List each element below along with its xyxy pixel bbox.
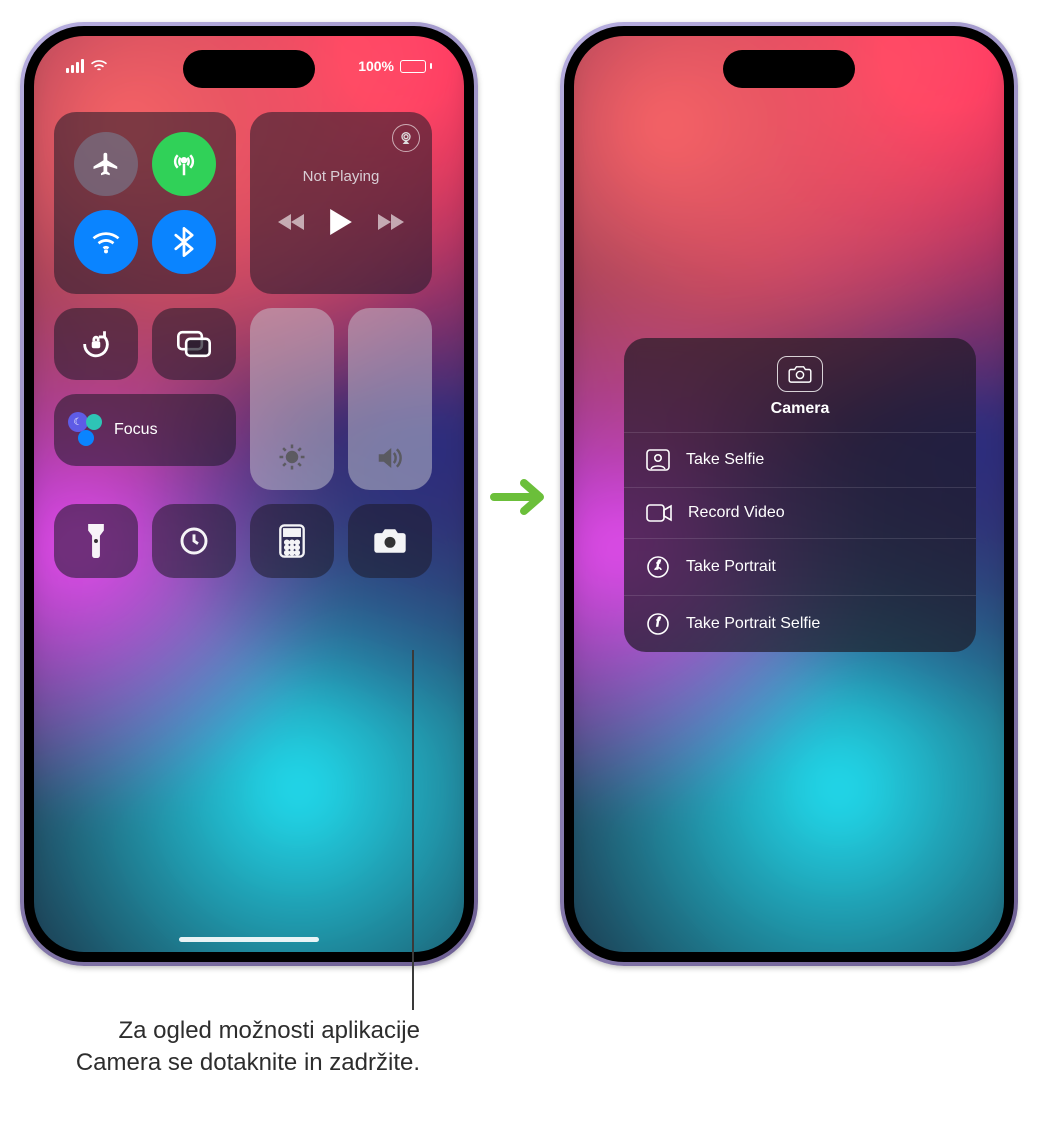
brightness-slider[interactable]: [250, 308, 334, 490]
timer-icon: [178, 525, 210, 557]
connectivity-tile[interactable]: [54, 112, 236, 294]
calculator-button[interactable]: [250, 504, 334, 578]
play-icon[interactable]: [330, 209, 352, 235]
bluetooth-toggle[interactable]: [152, 210, 216, 274]
selfie-icon: [646, 449, 670, 471]
volume-slider[interactable]: [348, 308, 432, 490]
next-track-icon[interactable]: [376, 212, 404, 232]
menu-item-label: Take Portrait Selfie: [686, 615, 820, 633]
cellular-data-toggle[interactable]: [152, 132, 216, 196]
camera-button[interactable]: [348, 504, 432, 578]
camera-context-menu: Camera Take Selfie Record Video f Take P…: [624, 338, 976, 652]
callout-text: Za ogled možnosti aplikacije Camera se d…: [30, 1015, 420, 1080]
wifi-toggle[interactable]: [74, 210, 138, 274]
camera-menu-item-take-selfie[interactable]: Take Selfie: [624, 432, 976, 487]
battery-icon: [400, 60, 432, 73]
focus-label: Focus: [114, 421, 158, 439]
media-status: Not Playing: [264, 168, 418, 185]
wifi-status-icon: [90, 59, 108, 73]
screen-mirroring-icon: [177, 330, 211, 358]
bluetooth-icon: [173, 227, 195, 257]
menu-item-label: Record Video: [688, 504, 785, 522]
flashlight-button[interactable]: [54, 504, 138, 578]
previous-track-icon[interactable]: [278, 212, 306, 232]
airplane-mode-toggle[interactable]: [74, 132, 138, 196]
camera-menu-title: Camera: [634, 400, 966, 418]
timer-button[interactable]: [152, 504, 236, 578]
wifi-icon: [91, 229, 121, 255]
dynamic-island: [723, 50, 855, 88]
focus-button[interactable]: ☾ Focus: [54, 394, 236, 466]
camera-menu-item-take-portrait-selfie[interactable]: f Take Portrait Selfie: [624, 595, 976, 652]
camera-menu-item-record-video[interactable]: Record Video: [624, 487, 976, 538]
orientation-lock-icon: [79, 327, 113, 361]
iphone-left: 100%: [20, 22, 478, 966]
battery-percent: 100%: [358, 58, 394, 74]
screen-mirroring-button[interactable]: [152, 308, 236, 380]
brightness-icon: [277, 442, 307, 472]
flashlight-icon: [85, 524, 107, 558]
cellular-signal-icon: [66, 59, 84, 73]
airplay-icon: [398, 131, 414, 145]
iphone-right: Camera Take Selfie Record Video f Take P…: [560, 22, 1018, 966]
orientation-lock-button[interactable]: [54, 308, 138, 380]
portrait-selfie-icon: f: [646, 612, 670, 636]
portrait-icon: f: [646, 555, 670, 579]
video-icon: [646, 504, 672, 522]
calculator-icon: [279, 524, 305, 558]
cellular-antenna-icon: [169, 149, 199, 179]
callout-leader-line: [412, 650, 414, 1010]
airplay-button[interactable]: [392, 124, 420, 152]
airplane-icon: [91, 149, 121, 179]
volume-icon: [375, 444, 405, 472]
svg-text:f: f: [657, 616, 661, 626]
camera-menu-header[interactable]: Camera: [624, 338, 976, 432]
camera-icon: [373, 527, 407, 555]
camera-icon: [777, 356, 823, 392]
arrow-right-icon: [490, 475, 550, 519]
menu-item-label: Take Selfie: [686, 451, 764, 469]
control-center: Not Playing: [54, 112, 444, 592]
home-indicator[interactable]: [179, 937, 319, 942]
camera-menu-item-take-portrait[interactable]: f Take Portrait: [624, 538, 976, 595]
menu-item-label: Take Portrait: [686, 558, 776, 576]
focus-modes-icon: ☾: [68, 412, 104, 448]
dynamic-island: [183, 50, 315, 88]
media-tile[interactable]: Not Playing: [250, 112, 432, 294]
